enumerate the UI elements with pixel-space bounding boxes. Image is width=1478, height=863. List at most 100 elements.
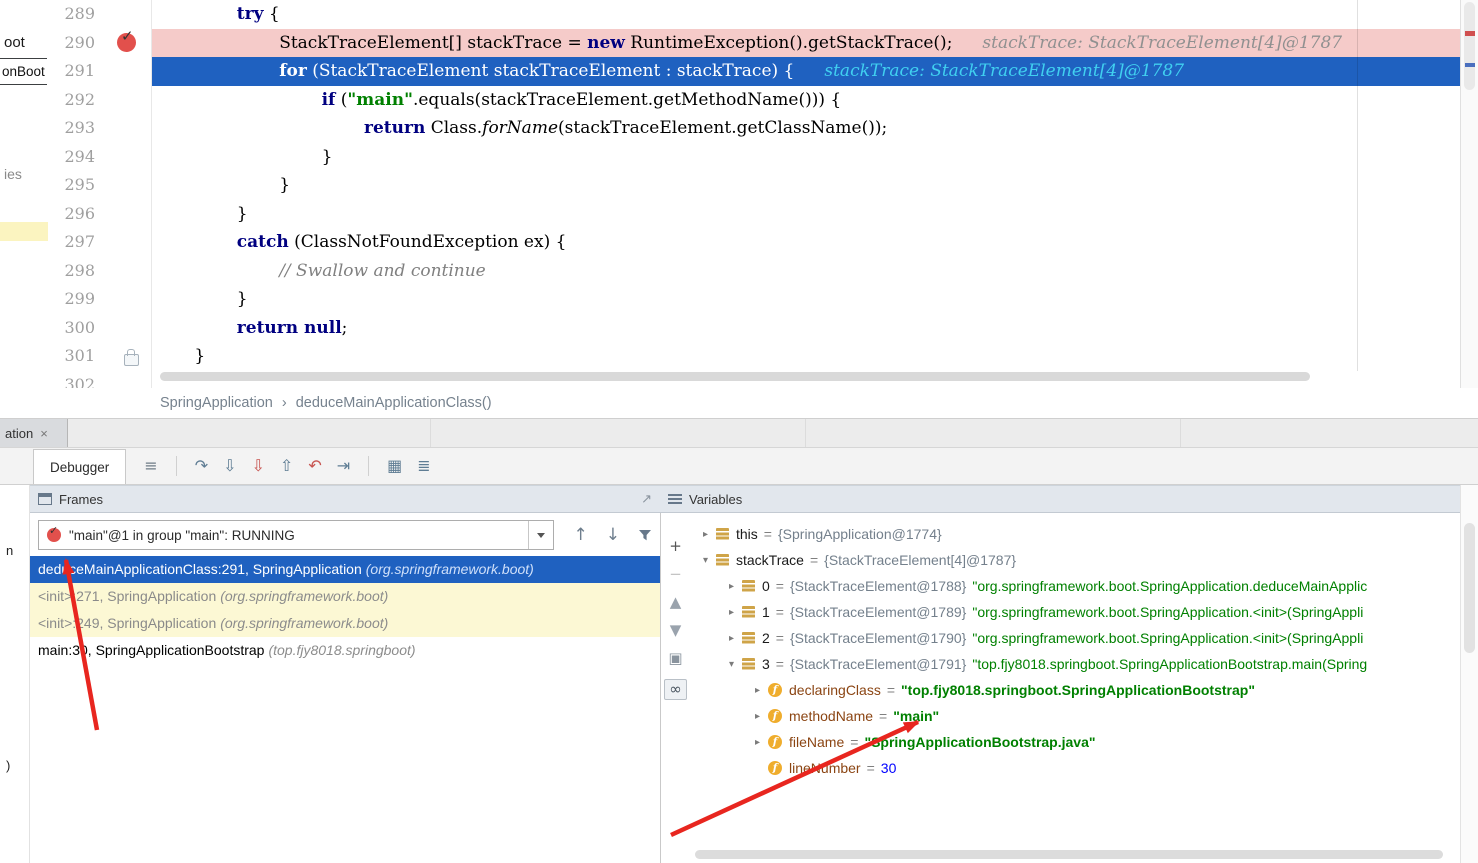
duplicate-icon[interactable]: ▣ — [668, 651, 682, 666]
line-number-gutter[interactable]: 298 — [48, 257, 152, 286]
scrollbar-thumb[interactable] — [1464, 2, 1475, 90]
variable-value-ref: {SpringApplication@1774} — [778, 526, 942, 542]
chevron-down-icon[interactable] — [528, 521, 553, 549]
variable-row[interactable]: ▸fmethodName="main" — [690, 703, 1460, 729]
inline-debug-hint: stackTrace: StackTraceElement[4]@1787 — [824, 61, 1184, 81]
tab-application[interactable]: ation × — [0, 419, 68, 447]
line-number-gutter[interactable]: 300 — [48, 314, 152, 343]
chevron-right-icon[interactable]: ▸ — [723, 633, 740, 644]
variable-value-ref: {StackTraceElement@1789} — [790, 604, 966, 620]
line-number-gutter[interactable]: 292 — [48, 86, 152, 115]
code-line[interactable]: 298// Swallow and continue — [48, 257, 1460, 286]
code-line[interactable]: 289try { — [48, 0, 1460, 29]
add-watch-icon[interactable]: + — [669, 539, 682, 554]
variable-row[interactable]: ▾3={StackTraceElement@1791}"top.fjy8018.… — [690, 651, 1460, 677]
stack-frame[interactable]: <init>:249, SpringApplication(org.spring… — [30, 610, 660, 637]
code-line[interactable]: 291for (StackTraceElement stackTraceElem… — [48, 57, 1460, 86]
chevron-right-icon[interactable]: ▸ — [723, 581, 740, 592]
variable-row[interactable]: ▸fdeclaringClass="top.fjy8018.springboot… — [690, 677, 1460, 703]
move-up-icon[interactable]: ▲ — [670, 595, 682, 610]
scrollbar-thumb[interactable] — [1464, 523, 1475, 653]
code-line[interactable]: 295} — [48, 171, 1460, 200]
variable-value-ref: {StackTraceElement@1790} — [790, 630, 966, 646]
chevron-down-icon[interactable]: ▾ — [723, 659, 740, 670]
code-line[interactable]: 293return Class.forName(stackTraceElemen… — [48, 114, 1460, 143]
remove-watch-icon[interactable]: − — [669, 567, 682, 582]
line-number-gutter[interactable]: 299 — [48, 285, 152, 314]
line-number-gutter[interactable]: 296 — [48, 200, 152, 229]
variable-row[interactable]: ▸2={StackTraceElement@1790}"org.springfr… — [690, 625, 1460, 651]
variables-hscrollbar[interactable] — [695, 850, 1443, 859]
variables-panel-icon — [668, 493, 682, 505]
restore-layout-icon[interactable]: ≡ — [144, 458, 157, 474]
breadcrumb-method[interactable]: deduceMainApplicationClass() — [296, 395, 492, 411]
editor-hscrollbar[interactable] — [160, 372, 1310, 381]
line-number-gutter[interactable]: 290✓ — [48, 29, 152, 58]
line-number-gutter[interactable]: 297 — [48, 228, 152, 257]
variable-value-ref: {StackTraceElement@1791} — [790, 656, 966, 672]
line-number-gutter[interactable]: 293 — [48, 114, 152, 143]
breakpoint-verified-icon[interactable]: ✓ — [117, 33, 136, 52]
stack-frame[interactable]: <init>:271, SpringApplication(org.spring… — [30, 583, 660, 610]
code-line[interactable]: 292if ("main".equals(stackTraceElement.g… — [48, 86, 1460, 115]
execution-stripe-mark[interactable] — [1465, 63, 1475, 67]
chevron-right-icon[interactable]: ▸ — [749, 711, 766, 722]
code-line[interactable]: 290✓StackTraceElement[] stackTrace = new… — [48, 29, 1460, 58]
chevron-right-icon[interactable]: ▸ — [749, 737, 766, 748]
run-to-cursor-icon[interactable]: ⇥ — [337, 458, 350, 474]
equals-sign: = — [879, 708, 887, 724]
step-into-icon[interactable]: ⇩ — [223, 458, 236, 474]
line-number-gutter[interactable]: 302 — [48, 371, 152, 389]
line-number-gutter[interactable]: 301 — [48, 342, 152, 371]
variable-row[interactable]: ▸1={StackTraceElement@1789}"org.springfr… — [690, 599, 1460, 625]
chevron-right-icon[interactable]: ▸ — [749, 685, 766, 696]
code-line[interactable]: 299} — [48, 285, 1460, 314]
tab-debugger[interactable]: Debugger — [33, 449, 126, 484]
equals-sign: = — [776, 656, 784, 672]
thread-selector[interactable]: "main"@1 in group "main": RUNNING — [38, 520, 554, 550]
equals-sign: = — [764, 526, 772, 542]
code-line[interactable]: 294} — [48, 143, 1460, 172]
highlight-strip — [0, 222, 48, 241]
code-line[interactable]: 300return null; — [48, 314, 1460, 343]
force-step-into-icon[interactable]: ⇩ — [252, 458, 265, 474]
line-number-gutter[interactable]: 295 — [48, 171, 152, 200]
variable-row[interactable]: flineNumber=30 — [690, 755, 1460, 781]
show-values-inline-icon[interactable]: ∞ — [664, 679, 687, 700]
variable-row[interactable]: ▾stackTrace={StackTraceElement[4]@1787} — [690, 547, 1460, 573]
stack-frame[interactable]: main:30, SpringApplicationBootstrap(top.… — [30, 637, 660, 664]
line-number-gutter[interactable]: 294 — [48, 143, 152, 172]
editor-lines[interactable]: 289try {290✓StackTraceElement[] stackTra… — [48, 0, 1460, 388]
close-icon[interactable]: × — [40, 426, 48, 441]
code-editor[interactable]: 289try {290✓StackTraceElement[] stackTra… — [0, 0, 1460, 388]
breadcrumb-class[interactable]: SpringApplication — [160, 395, 273, 411]
variables-vscrollbar[interactable] — [1460, 485, 1478, 863]
line-number-gutter[interactable]: 291 — [48, 57, 152, 86]
drop-frame-icon[interactable]: ↶ — [308, 458, 321, 474]
code-line[interactable]: 297catch (ClassNotFoundException ex) { — [48, 228, 1460, 257]
view-as-table-icon[interactable]: ▦ — [387, 458, 402, 474]
move-down-icon[interactable]: ▼ — [670, 623, 682, 638]
chevron-right-icon[interactable]: ▸ — [697, 529, 714, 540]
step-over-icon[interactable]: ↷ — [195, 458, 208, 474]
stack-frame[interactable]: deduceMainApplicationClass:291, SpringAp… — [30, 556, 660, 583]
chevron-right-icon[interactable]: ▸ — [723, 607, 740, 618]
variable-row[interactable]: ▸this={SpringApplication@1774} — [690, 521, 1460, 547]
code-line[interactable]: 301} — [48, 342, 1460, 371]
float-window-icon[interactable]: ↗ — [641, 491, 652, 507]
code-line[interactable]: 296} — [48, 200, 1460, 229]
variable-row[interactable]: ▸ffileName="SpringApplicationBootstrap.j… — [690, 729, 1460, 755]
editor-vscrollbar[interactable] — [1460, 0, 1478, 388]
variable-row[interactable]: ▸0={StackTraceElement@1788}"org.springfr… — [690, 573, 1460, 599]
chevron-down-icon[interactable]: ▾ — [697, 555, 714, 566]
threads-view-icon[interactable]: ≣ — [417, 458, 430, 474]
step-out-icon[interactable]: ⇧ — [280, 458, 293, 474]
breakpoint-stripe-mark[interactable] — [1465, 31, 1475, 36]
line-number-gutter[interactable]: 289 — [48, 0, 152, 29]
previous-frame-icon[interactable]: ↑ — [574, 527, 588, 544]
filter-frames-icon[interactable] — [638, 529, 652, 542]
variable-name: methodName — [789, 708, 873, 724]
code-token: return null — [237, 318, 342, 338]
panel-edge-fragment: n — [6, 543, 13, 558]
next-frame-icon[interactable]: ↓ — [606, 527, 620, 544]
